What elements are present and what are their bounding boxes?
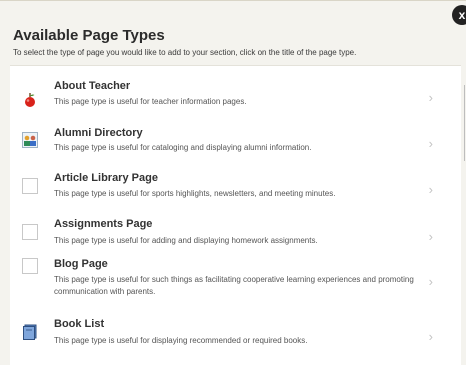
page-type-title[interactable]: Alumni Directory — [54, 127, 143, 139]
close-button[interactable]: x — [452, 5, 466, 25]
chevron-right-icon: › — [428, 182, 433, 197]
page-type-title[interactable]: About Teacher — [54, 80, 130, 92]
page-type-title[interactable]: Book List — [54, 318, 104, 330]
people-icon — [22, 132, 38, 148]
page-type-title[interactable]: Assignments Page — [54, 218, 152, 230]
page-type-item-alumni-directory[interactable]: Alumni Directory This page type is usefu… — [10, 124, 461, 164]
chevron-right-icon: › — [428, 136, 433, 151]
blank-page-icon — [22, 224, 38, 240]
page-type-description: This page type is useful for sports high… — [54, 189, 336, 198]
page-type-list: About Teacher This page type is useful f… — [10, 65, 461, 367]
scrollbar[interactable] — [464, 85, 465, 161]
apple-icon — [22, 92, 38, 108]
page-type-description: This page type is useful for adding and … — [54, 236, 318, 245]
chevron-right-icon: › — [428, 329, 433, 344]
page-type-description: This page type is useful for displaying … — [54, 336, 308, 345]
page-type-item-assignments-page[interactable]: Assignments Page This page type is usefu… — [10, 216, 461, 256]
chevron-right-icon: › — [428, 274, 433, 289]
book-icon — [22, 324, 38, 340]
page-type-title[interactable]: Article Library Page — [54, 172, 158, 184]
chevron-right-icon: › — [428, 229, 433, 244]
blank-page-icon — [22, 258, 38, 274]
dialog-title: Available Page Types — [13, 27, 165, 44]
page-type-item-book-list[interactable]: Book List This page type is useful for d… — [10, 316, 461, 356]
page-type-item-blog-page[interactable]: Blog Page This page type is useful for s… — [10, 256, 461, 308]
page-type-description: This page type is useful for cataloging … — [54, 143, 312, 152]
chevron-right-icon: › — [428, 90, 433, 105]
page-type-title[interactable]: Blog Page — [54, 258, 108, 270]
blank-page-icon — [22, 178, 38, 194]
page-type-description: This page type is useful for such things… — [54, 275, 414, 296]
close-icon: x — [458, 8, 466, 22]
dialog-subtitle: To select the type of page you would lik… — [13, 48, 357, 57]
page-types-dialog: x Available Page Types To select the typ… — [0, 0, 466, 367]
page-type-item-about-teacher[interactable]: About Teacher This page type is useful f… — [10, 76, 461, 116]
page-type-description: This page type is useful for teacher inf… — [54, 97, 247, 106]
page-type-item-article-library-page[interactable]: Article Library Page This page type is u… — [10, 170, 461, 212]
